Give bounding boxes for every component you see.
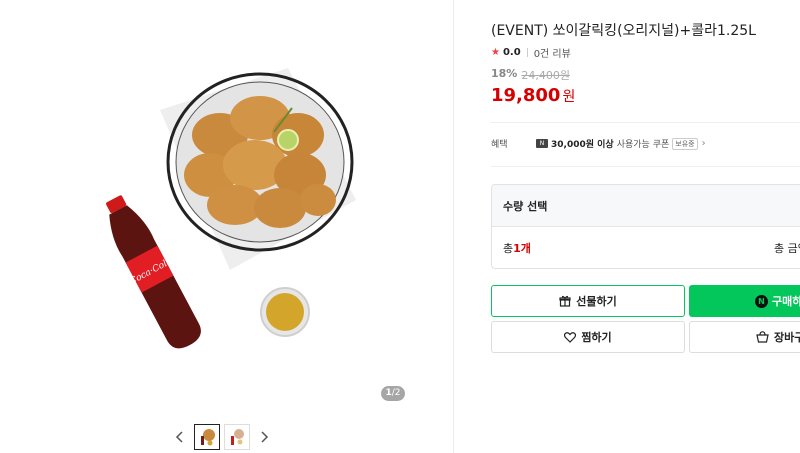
coupon-icon: N (536, 139, 548, 148)
gift-label: 선물하기 (576, 295, 617, 308)
discount-rate: 18% (491, 67, 518, 80)
chevron-right-icon: › (701, 138, 706, 149)
star-icon: ★ (491, 47, 500, 58)
sauce-shape (266, 293, 304, 331)
chevron-left-icon (175, 431, 183, 443)
npay-icon: N (755, 294, 768, 308)
coupon-amount: 30,000원 이상 (551, 140, 614, 150)
total-count: 1개 (513, 242, 531, 255)
rating-score: 0.0 (502, 47, 521, 58)
thumbnail-strip (170, 423, 274, 451)
review-count-link[interactable]: 0건 리뷰 (534, 45, 571, 60)
section-divider (453, 0, 454, 453)
next-image-button[interactable] (254, 424, 274, 450)
gift-button[interactable]: 선물하기 (491, 285, 685, 317)
product-title: (EVENT) 쏘이갈릭킹(오리지널)+콜라1.25L (491, 23, 756, 39)
cola-bottle-shape: Coca·Cola (106, 195, 201, 349)
discount-row: 18% 24,400원 (491, 67, 570, 83)
thumbnail-1[interactable] (194, 424, 220, 450)
sale-price: 19,800 원 (491, 85, 575, 106)
image-page-indicator: 1/2 (381, 386, 405, 401)
product-main-image[interactable]: Coca·Cola (60, 40, 400, 380)
buy-label: 구매하기 (772, 295, 800, 308)
thumbnail-image (201, 429, 215, 446)
heart-icon (564, 331, 577, 343)
total-count-prefix: 총 (503, 242, 514, 255)
buy-button[interactable]: N 구매하기 (689, 285, 800, 317)
benefit-label: 혜택 (491, 140, 508, 150)
wish-button[interactable]: 찜하기 (491, 321, 685, 353)
product-gallery: Coca·Cola 1/2 (0, 0, 453, 453)
quantity-select-label: 수량 선택 (503, 199, 548, 213)
rating-divider (526, 48, 528, 57)
sale-price-unit: 원 (562, 89, 576, 105)
cart-button[interactable]: 장바구니 (689, 321, 800, 353)
gift-icon (559, 295, 571, 307)
wish-label: 찜하기 (581, 331, 612, 344)
divider (491, 122, 800, 123)
sale-price-value: 19,800 (491, 85, 561, 106)
prev-image-button[interactable] (170, 424, 190, 450)
original-price: 24,400원 (521, 69, 570, 82)
product-page: Coca·Cola 1/2 (EVENT) 쏘이갈릭킹(오리지널)+콜라1.25… (0, 0, 800, 453)
quantity-select-header[interactable]: 수량 선택 (492, 185, 800, 227)
thumbnail-image (231, 429, 244, 445)
coupon-text: 사용가능 쿠폰 (616, 140, 670, 150)
cart-label: 장바구니 (774, 331, 800, 344)
total-amount-label: 총 금액 (774, 242, 800, 255)
product-info: (EVENT) 쏘이갈릭킹(오리지널)+콜라1.25L ★ 0.0 0건 리뷰 … (491, 0, 800, 453)
divider (491, 166, 800, 167)
quantity-summary: 총 1개 총 금액 (492, 227, 800, 268)
benefit-row[interactable]: 혜택 N 30,000원 이상 사용가능 쿠폰 보유중 › (491, 137, 800, 150)
quantity-selector: 수량 선택 총 1개 총 금액 (491, 184, 800, 269)
coupon-owned-badge: 보유중 (672, 137, 698, 150)
rating-row: ★ 0.0 0건 리뷰 (491, 45, 571, 60)
shopping-bag-icon (756, 331, 769, 343)
thumbnail-2[interactable] (224, 424, 250, 450)
chevron-right-icon (261, 431, 269, 443)
